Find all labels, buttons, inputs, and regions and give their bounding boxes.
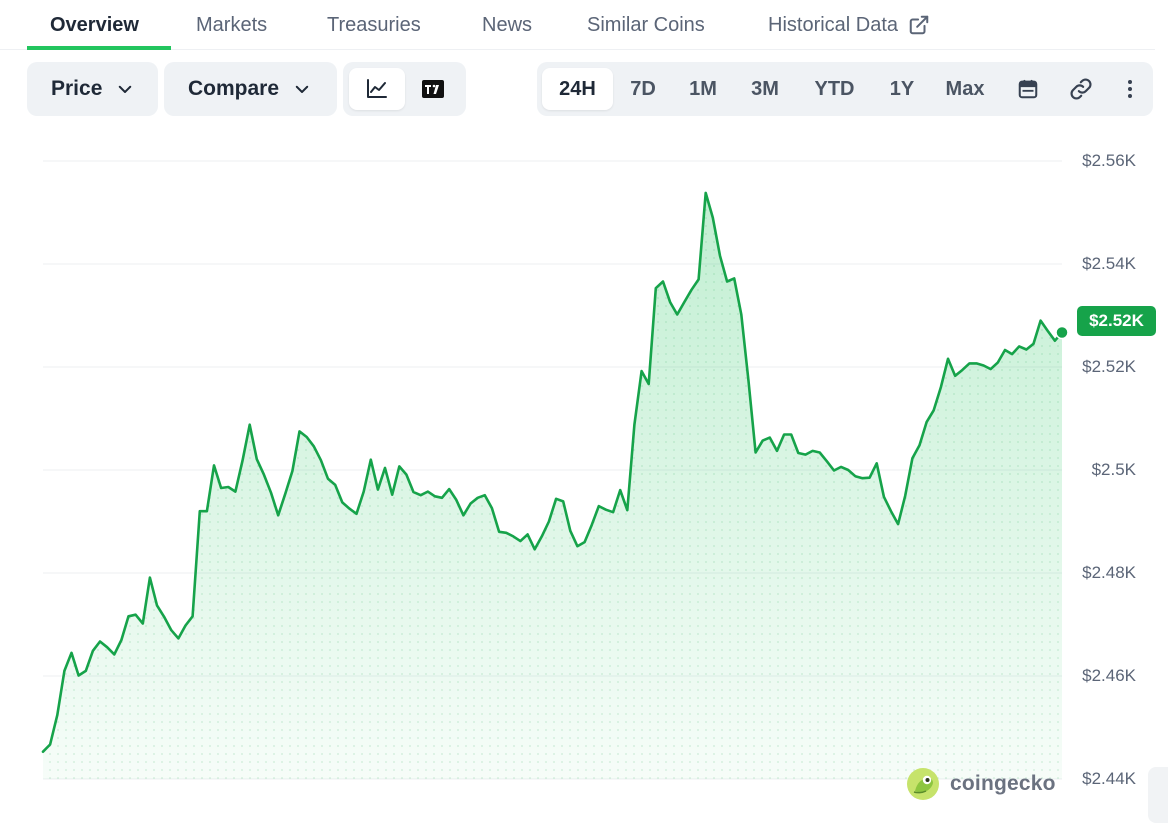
coingecko-watermark: coingecko: [906, 766, 1056, 802]
current-price-label: $2.52K: [1089, 311, 1144, 330]
y-tick-label: $2.5K: [1091, 460, 1136, 479]
current-price-badge: $2.52K: [1077, 306, 1156, 336]
chart-side-handle[interactable]: [1148, 767, 1168, 823]
price-chart[interactable]: [0, 0, 1168, 824]
y-tick-label: $2.52K: [1082, 357, 1136, 376]
y-tick-label: $2.48K: [1082, 563, 1136, 582]
y-tick-label: $2.56K: [1082, 151, 1136, 170]
y-tick-label: $2.46K: [1082, 666, 1136, 685]
current-price-dot: [1055, 325, 1069, 340]
watermark-text: coingecko: [950, 772, 1056, 795]
coingecko-logo-icon: [907, 768, 939, 800]
price-area-pattern: [43, 192, 1062, 779]
y-tick-label: $2.54K: [1082, 254, 1136, 273]
y-tick-label: $2.44K: [1082, 769, 1136, 788]
